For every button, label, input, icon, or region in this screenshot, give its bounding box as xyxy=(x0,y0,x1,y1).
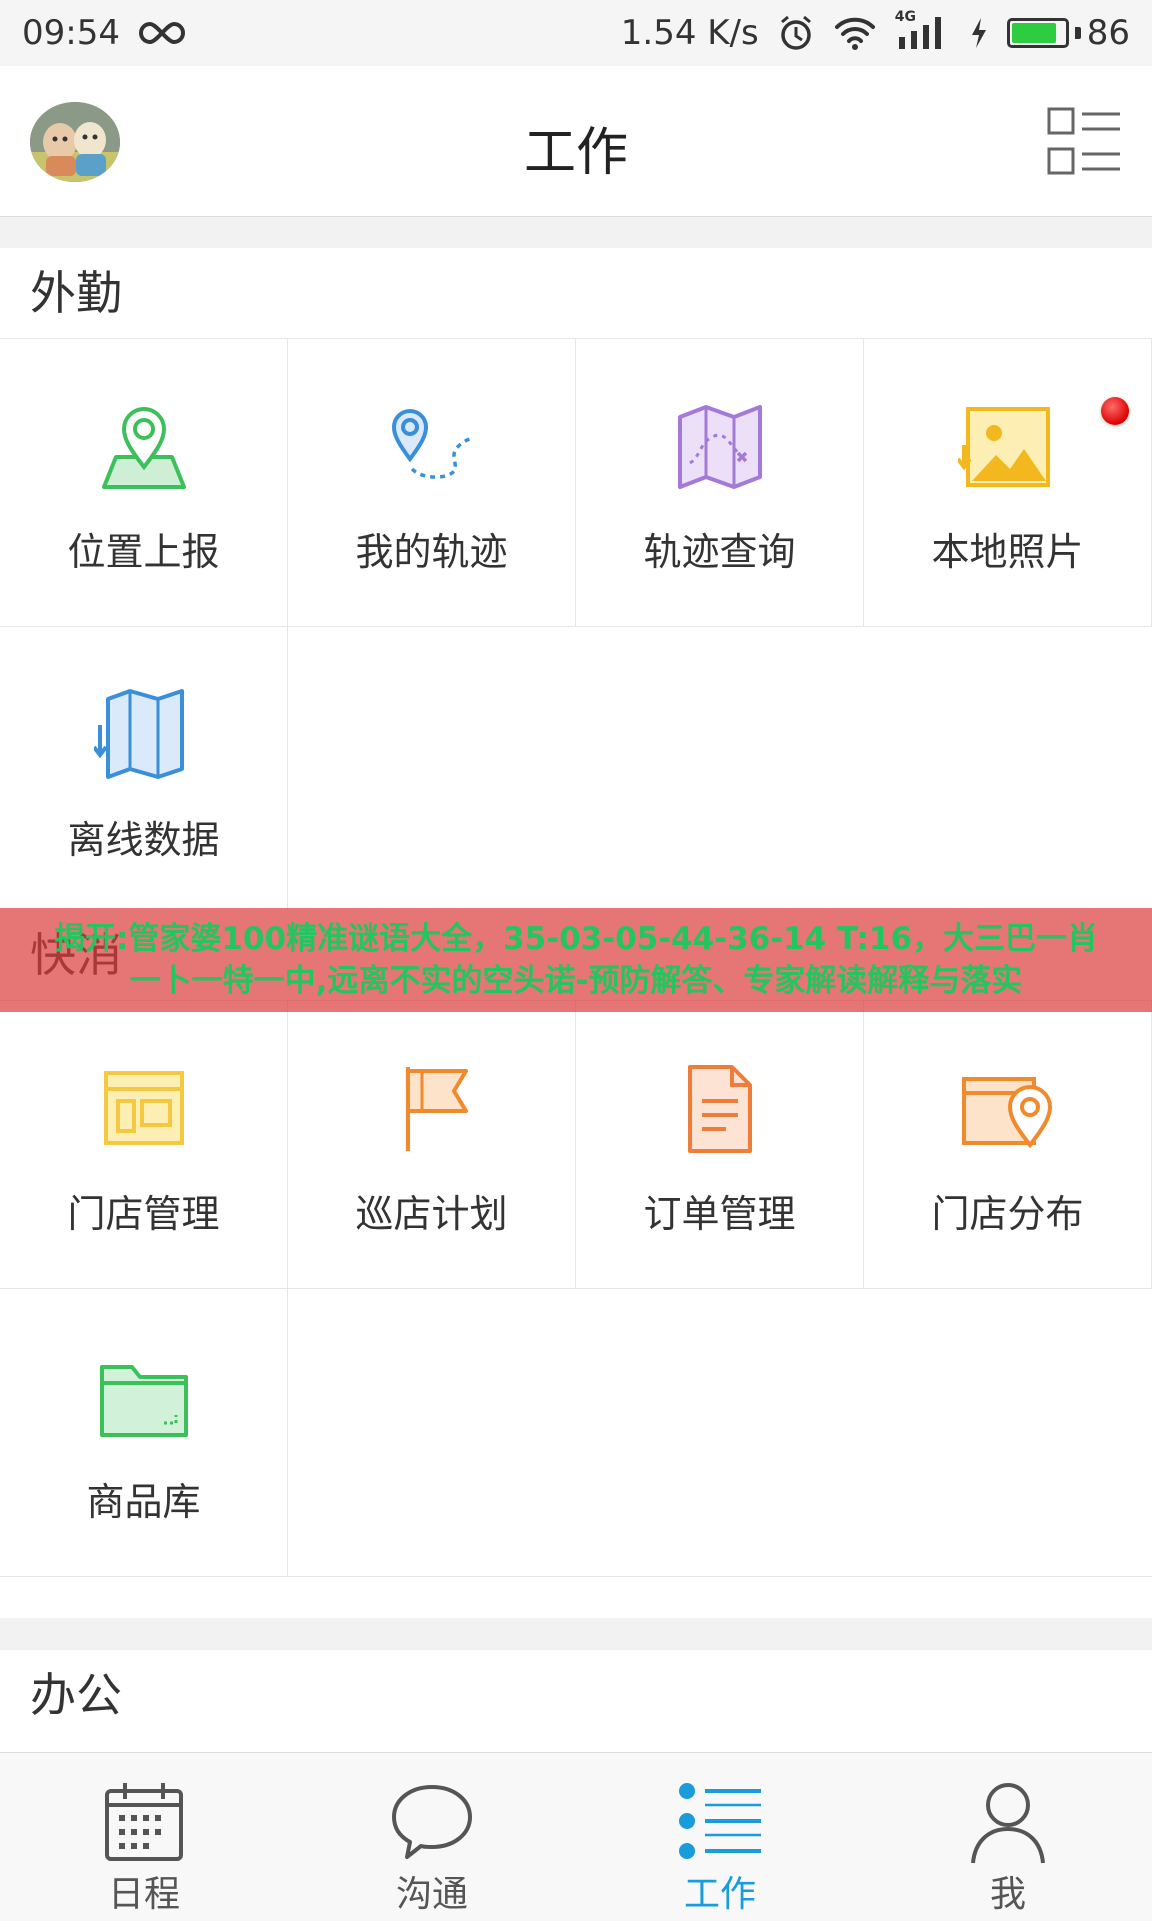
tab-schedule[interactable]: 日程 xyxy=(0,1753,288,1921)
location-report-icon xyxy=(102,407,186,489)
tab-label: 工作 xyxy=(683,1874,756,1915)
grid-item-label: 轨迹查询 xyxy=(643,530,796,574)
calendar-icon xyxy=(105,1783,183,1861)
grid-item-track-query[interactable]: 轨迹查询 xyxy=(576,339,864,627)
grid-empty xyxy=(288,627,1152,915)
status-bar: 09:54 1.54 K/s 4G 86 xyxy=(0,0,1152,66)
app-header: 工作 xyxy=(0,66,1152,217)
grid-item-label: 订单管理 xyxy=(643,1192,796,1236)
patrol-plan-icon xyxy=(406,1067,468,1151)
track-query-icon xyxy=(678,405,762,489)
grid-item-label: 门店管理 xyxy=(67,1192,220,1236)
chat-bubble-icon xyxy=(392,1785,472,1859)
my-track-icon xyxy=(391,409,471,479)
grid-list-icon[interactable] xyxy=(1046,104,1122,180)
profile-icon xyxy=(971,1783,1045,1864)
grid-item-local-photo[interactable]: 本地照片 xyxy=(864,339,1152,627)
grid-empty xyxy=(288,1289,1152,1577)
charging-icon xyxy=(971,18,986,48)
grid-item-order-management[interactable]: 订单管理 xyxy=(576,1001,864,1289)
offline-data-icon xyxy=(94,689,184,779)
tab-label: 我 xyxy=(989,1874,1026,1915)
battery-fill xyxy=(1011,23,1056,43)
tab-label: 日程 xyxy=(107,1874,180,1915)
battery-indicator: 86 xyxy=(1006,13,1130,53)
grid-item-label: 位置上报 xyxy=(67,530,220,574)
grid-item-store-management[interactable]: 门店管理 xyxy=(0,1001,288,1289)
product-library-icon xyxy=(100,1365,188,1437)
section-office: 办公 xyxy=(0,1650,1152,1752)
work-list-icon xyxy=(679,1783,761,1859)
store-management-icon xyxy=(104,1071,184,1145)
signal-icon: 4G xyxy=(895,9,951,51)
local-photo-icon xyxy=(958,407,1050,487)
grid-item-patrol-plan[interactable]: 巡店计划 xyxy=(288,1001,576,1289)
bottom-tab-bar: 日程 沟通 工作 我 xyxy=(0,1752,1152,1921)
grid-item-my-track[interactable]: 我的轨迹 xyxy=(288,339,576,627)
tab-label: 沟通 xyxy=(395,1874,468,1915)
clock: 09:54 xyxy=(22,13,120,53)
network-speed: 1.54 K/s xyxy=(620,13,759,53)
grid-item-store-distribution[interactable]: 门店分布 xyxy=(864,1001,1152,1289)
wifi-icon xyxy=(834,17,875,50)
battery-level: 86 xyxy=(1086,13,1130,53)
page-title: 工作 xyxy=(523,123,628,183)
tab-communication[interactable]: 沟通 xyxy=(288,1753,576,1921)
section-fast-sales: 快消 门店管理 巡店计划 订单管理 xyxy=(0,910,1152,1618)
grid-item-label: 我的轨迹 xyxy=(355,530,508,574)
section-title: 办公 xyxy=(30,1668,122,1722)
tab-work[interactable]: 工作 xyxy=(576,1753,864,1921)
tab-me[interactable]: 我 xyxy=(864,1753,1152,1921)
grid-item-label: 商品库 xyxy=(86,1480,201,1524)
alarm-icon xyxy=(780,15,811,50)
grid-item-product-library[interactable]: 商品库 xyxy=(0,1289,288,1577)
grid-item-label: 离线数据 xyxy=(67,818,220,862)
infinity-icon xyxy=(138,21,185,45)
section-field-work: 外勤 位置上报 我的轨迹 轨迹查询 本地照片 离线数据 xyxy=(0,248,1152,915)
grid-item-offline-data[interactable]: 离线数据 xyxy=(0,627,288,915)
grid-item-label: 巡店计划 xyxy=(355,1192,508,1236)
notification-dot xyxy=(1101,397,1129,425)
order-management-icon xyxy=(688,1065,752,1153)
overlay-banner: 揭开:管家婆100精准谜语大全，35-03-05-44-36-14 T:16，大… xyxy=(0,908,1152,1012)
grid-item-label: 本地照片 xyxy=(931,530,1084,574)
grid-item-location-report[interactable]: 位置上报 xyxy=(0,339,288,627)
section-title: 外勤 xyxy=(0,248,1152,339)
grid-item-label: 门店分布 xyxy=(931,1192,1084,1236)
store-distribution-icon xyxy=(962,1077,1053,1149)
